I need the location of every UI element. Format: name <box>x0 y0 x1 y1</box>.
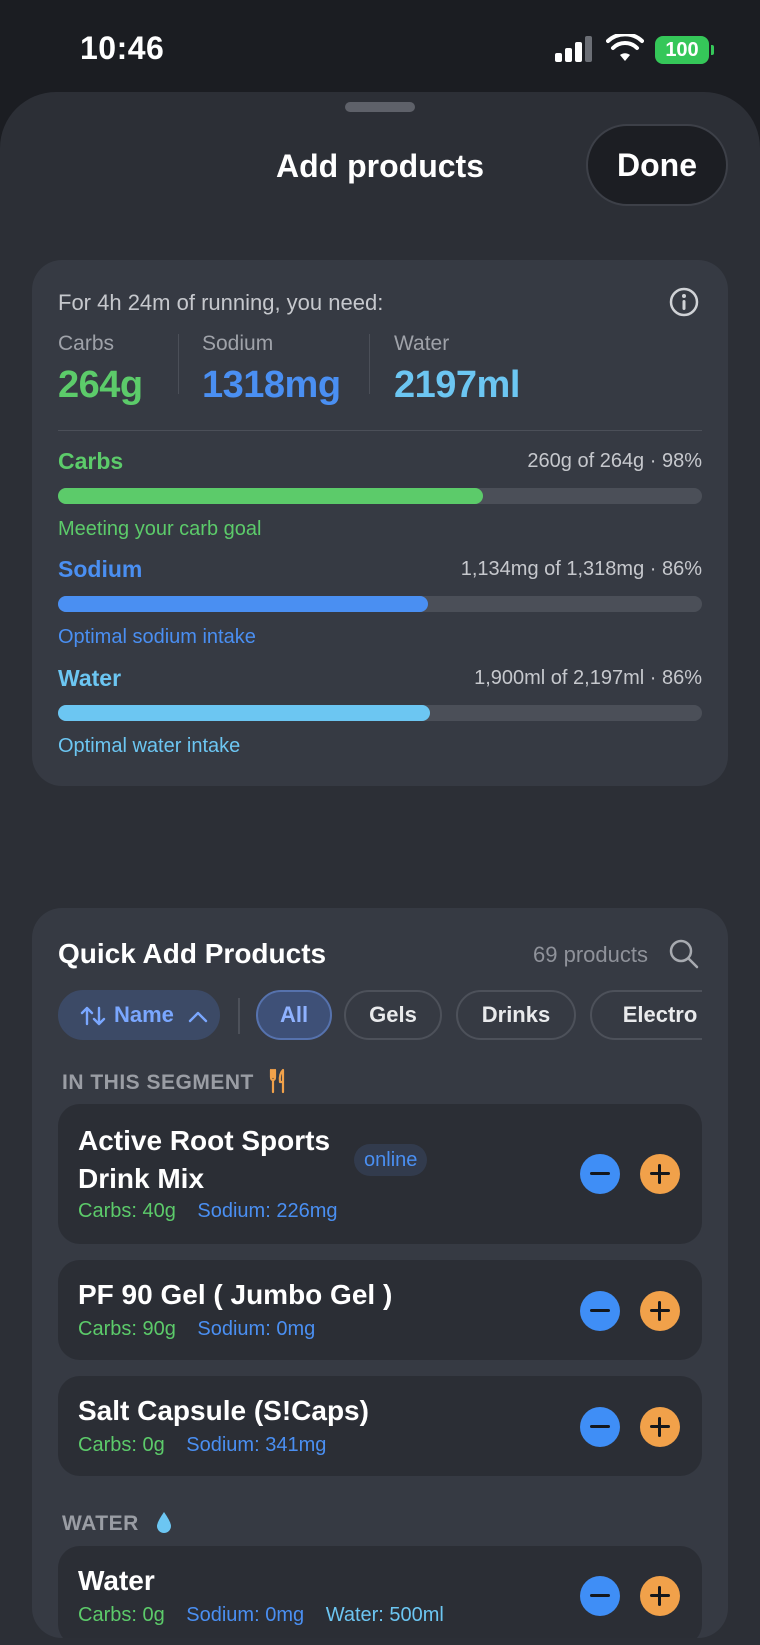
filter-drinks[interactable]: Drinks <box>456 990 576 1040</box>
product-sodium: Sodium: 226mg <box>197 1200 338 1222</box>
product-row[interactable]: PF 90 Gel ( Jumbo Gel ) Carbs: 90g Sodiu… <box>58 1260 702 1360</box>
progress-stat: 1,900ml of 2,197ml · 86% <box>474 667 702 689</box>
search-icon[interactable] <box>668 938 700 970</box>
progress-fill <box>58 596 429 612</box>
metric-value: 1318mg <box>202 364 341 406</box>
online-badge: online <box>354 1144 428 1176</box>
product-carbs: Carbs: 40g <box>78 1200 176 1222</box>
product-name: Water <box>78 1565 155 1596</box>
product-sodium: Sodium: 341mg <box>186 1434 327 1456</box>
decrement-button[interactable] <box>580 1576 620 1616</box>
product-carbs: Carbs: 90g <box>78 1318 176 1340</box>
quick-add-title: Quick Add Products <box>58 938 327 969</box>
progress-fill <box>58 705 431 721</box>
product-carbs: Carbs: 0g <box>78 1434 165 1456</box>
product-water: Water: 500ml <box>325 1604 444 1626</box>
product-name: PF 90 Gel ( Jumbo Gel ) <box>78 1279 393 1310</box>
water-drop-icon <box>157 1512 172 1533</box>
cellular-signal-icon <box>555 36 595 62</box>
progress-stat: 260g of 264g · 98% <box>527 450 702 472</box>
filter-gels[interactable]: Gels <box>344 990 442 1040</box>
progress-note: Optimal water intake <box>58 735 241 757</box>
needs-header: For 4h 24m of running, you need: <box>58 290 384 315</box>
status-bar: 10:46 100 <box>0 0 760 92</box>
product-macros: Carbs: 90g Sodium: 0mg <box>78 1318 331 1341</box>
sort-arrows-icon <box>80 1006 106 1026</box>
product-macros: Carbs: 0g Sodium: 0mg Water: 500ml <box>78 1604 444 1627</box>
decrement-button[interactable] <box>580 1291 620 1331</box>
status-time: 10:46 <box>80 30 165 66</box>
product-name-line1: Active Root Sports <box>78 1125 331 1156</box>
metric-label: Water <box>394 332 450 355</box>
divider <box>58 430 702 431</box>
sheet-grabber[interactable] <box>345 102 415 112</box>
segment-label-text: IN THIS SEGMENT <box>62 1071 254 1094</box>
water-label-text: WATER <box>62 1512 139 1535</box>
increment-button[interactable] <box>640 1291 680 1331</box>
metric-carbs: Carbs 264g <box>58 332 143 407</box>
metric-divider <box>178 334 179 394</box>
filter-all[interactable]: All <box>256 990 332 1040</box>
wifi-icon <box>606 34 644 61</box>
increment-button[interactable] <box>640 1154 680 1194</box>
progress-note: Meeting your carb goal <box>58 518 262 540</box>
progress-fill <box>58 488 484 504</box>
product-macros: Carbs: 40g Sodium: 226mg <box>78 1200 353 1223</box>
info-icon[interactable] <box>668 286 700 318</box>
progress-name: Water <box>58 665 122 691</box>
done-button[interactable]: Done <box>586 124 728 206</box>
metric-sodium: Sodium 1318mg <box>202 332 341 407</box>
progress-track <box>58 705 702 721</box>
product-count: 69 products <box>533 942 648 967</box>
product-row[interactable]: Active Root Sports Drink Mix online Carb… <box>58 1104 702 1244</box>
progress-note: Optimal sodium intake <box>58 626 256 648</box>
progress-name: Carbs <box>58 448 124 474</box>
product-macros: Carbs: 0g Sodium: 341mg <box>78 1434 342 1457</box>
metric-water: Water 2197ml <box>394 332 520 407</box>
metric-label: Carbs <box>58 332 115 355</box>
filter-divider <box>238 998 240 1034</box>
nutrition-needs-card: For 4h 24m of running, you need: Carbs 2… <box>32 260 728 786</box>
product-name: Salt Capsule (S!Caps) <box>78 1395 369 1426</box>
progress-track <box>58 488 702 504</box>
product-name: Active Root Sports Drink Mix <box>78 1122 330 1198</box>
increment-button[interactable] <box>640 1576 680 1616</box>
progress-track <box>58 596 702 612</box>
filter-electrolytes[interactable]: Electro <box>590 990 702 1040</box>
add-products-sheet: Add products Done For 4h 24m of running,… <box>0 92 760 1645</box>
filter-row: Name All Gels Drinks Electro <box>58 990 702 1042</box>
product-row[interactable]: Salt Capsule (S!Caps) Carbs: 0g Sodium: … <box>58 1376 702 1476</box>
product-carbs: Carbs: 0g <box>78 1604 165 1626</box>
sort-button[interactable]: Name <box>58 990 220 1040</box>
segment-section-label: IN THIS SEGMENT <box>62 1068 288 1095</box>
product-name-line2: Drink Mix <box>78 1163 205 1194</box>
chevron-up-icon <box>188 1011 208 1023</box>
sort-label: Name <box>114 1002 174 1027</box>
decrement-button[interactable] <box>580 1154 620 1194</box>
fork-knife-icon <box>270 1068 285 1094</box>
metric-label: Sodium <box>202 332 274 355</box>
product-sodium: Sodium: 0mg <box>197 1318 316 1340</box>
product-row[interactable]: Water Carbs: 0g Sodium: 0mg Water: 500ml <box>58 1546 702 1638</box>
progress-stat: 1,134mg of 1,318mg · 86% <box>460 558 702 580</box>
quick-add-card: Quick Add Products 69 products Name All … <box>32 908 728 1638</box>
metric-divider <box>369 334 370 394</box>
water-section-label: WATER <box>62 1510 173 1536</box>
decrement-button[interactable] <box>580 1407 620 1447</box>
metric-value: 2197ml <box>394 364 520 406</box>
increment-button[interactable] <box>640 1407 680 1447</box>
product-sodium: Sodium: 0mg <box>186 1604 305 1626</box>
battery-icon: 100 <box>655 36 714 64</box>
progress-name: Sodium <box>58 556 143 582</box>
metric-value: 264g <box>58 364 143 406</box>
